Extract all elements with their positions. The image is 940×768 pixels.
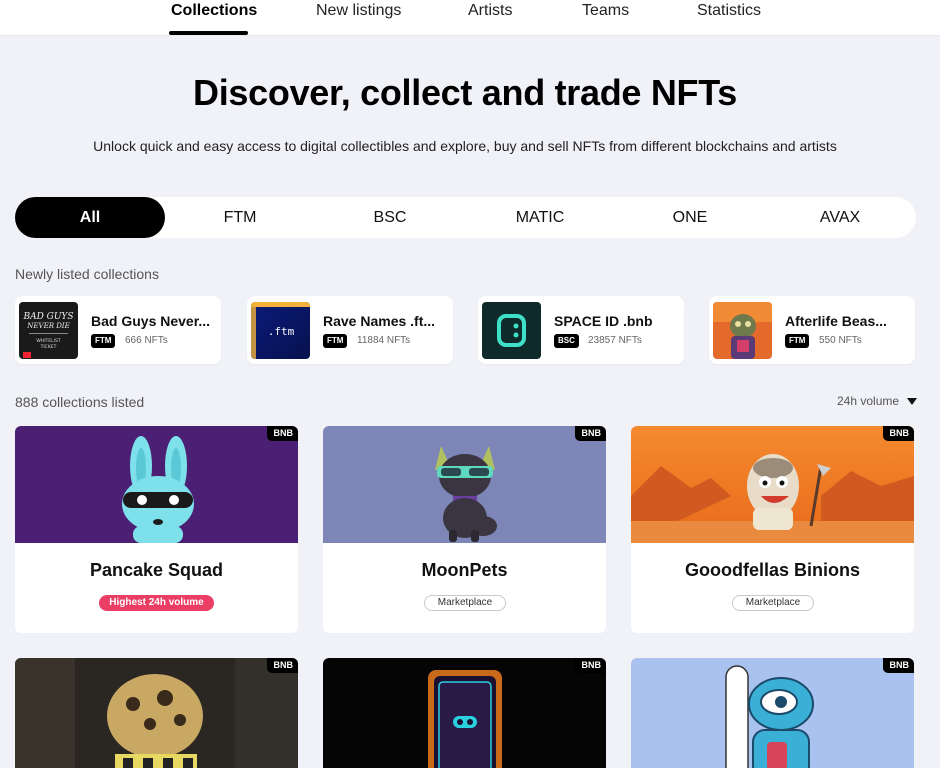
chain-badge: BNB	[266, 658, 298, 673]
chain-filter-bsc[interactable]: BSC	[315, 197, 465, 238]
marketplace-badge: Marketplace	[732, 595, 814, 611]
new-collection-card[interactable]: Afterlife Beas... FTM 550 NFTs	[709, 296, 915, 364]
collection-thumbnail: .ftm	[251, 302, 310, 359]
highest-volume-badge: Highest 24h volume	[99, 595, 214, 611]
collection-thumbnail	[482, 302, 541, 359]
collection-banner	[323, 426, 606, 543]
collection-name: Bad Guys Never...	[91, 313, 211, 329]
svg-text:NEVER DIE: NEVER DIE	[26, 322, 69, 330]
chain-badge: BNB	[574, 426, 606, 441]
nft-count: 11884 NFTs	[357, 335, 411, 346]
collection-thumbnail	[713, 302, 772, 359]
collection-title: MoonPets	[421, 560, 508, 580]
collection-name: Rave Names .ft...	[323, 313, 436, 329]
collection-card[interactable]: BNB Gooodfellas Binions Marketplace	[631, 426, 914, 633]
new-collection-card[interactable]: SPACE ID .bnb BSC 23857 NFTs	[478, 296, 684, 364]
tab-teams[interactable]: Teams	[582, 2, 629, 20]
collection-card[interactable]: BNB	[15, 658, 298, 768]
collection-banner	[15, 658, 298, 768]
newly-listed-label: Newly listed collections	[15, 266, 159, 282]
active-tab-indicator	[169, 31, 248, 35]
chain-filter-one[interactable]: ONE	[615, 197, 765, 238]
collection-name: Afterlife Beas...	[785, 313, 887, 329]
chain-badge: FTM	[323, 334, 348, 348]
page-title: Discover, collect and trade NFTs	[193, 72, 737, 113]
collection-card[interactable]: BNB MoonPets Marketplace	[323, 426, 606, 633]
nft-count: 550 NFTs	[819, 335, 862, 346]
top-nav: Collections New listings Artists Teams S…	[0, 0, 940, 36]
collection-banner	[631, 426, 914, 543]
nft-count: 23857 NFTs	[588, 335, 642, 346]
collection-banner	[631, 658, 914, 768]
collection-title: Gooodfellas Binions	[684, 560, 860, 580]
chain-filter-avax[interactable]: AVAX	[765, 197, 915, 238]
marketplace-badge: Marketplace	[424, 595, 506, 611]
thumbnail-text: .ftm	[268, 325, 295, 338]
chain-badge: FTM	[785, 334, 810, 348]
chain-badge: BNB	[882, 426, 914, 441]
collection-thumbnail: BAD GUYS NEVER DIE WHITELIST TICKET	[19, 302, 78, 359]
collections-count: 888 collections listed	[15, 394, 145, 410]
tab-collections[interactable]: Collections	[171, 2, 257, 20]
new-collection-card[interactable]: .ftm Rave Names .ft... FTM 11884 NFTs	[247, 296, 453, 364]
caret-down-icon	[907, 398, 918, 406]
chain-badge: FTM	[91, 334, 116, 348]
collection-name: SPACE ID .bnb	[554, 313, 653, 329]
collection-banner	[15, 426, 298, 543]
chain-filter-all[interactable]: All	[15, 197, 165, 238]
collection-card[interactable]: BNB	[631, 658, 914, 768]
chain-filter-ftm[interactable]: FTM	[165, 197, 315, 238]
collection-card[interactable]: BNB	[323, 658, 606, 768]
tab-new-listings[interactable]: New listings	[316, 2, 401, 20]
new-collection-card[interactable]: BAD GUYS NEVER DIE WHITELIST TICKET Bad …	[15, 296, 221, 364]
page-subtitle: Unlock quick and easy access to digital …	[93, 138, 837, 154]
tab-artists[interactable]: Artists	[468, 2, 512, 20]
sort-dropdown[interactable]: 24h volume	[837, 394, 918, 408]
collection-title: Pancake Squad	[89, 560, 224, 580]
svg-text:WHITELIST: WHITELIST	[36, 338, 60, 344]
chain-badge: BNB	[266, 426, 298, 441]
chain-badge: BSC	[554, 334, 579, 348]
tab-statistics[interactable]: Statistics	[697, 2, 761, 20]
chain-filter-matic[interactable]: MATIC	[465, 197, 615, 238]
svg-text:BAD GUYS: BAD GUYS	[22, 312, 73, 322]
sort-label: 24h volume	[837, 394, 900, 408]
chain-filter: All FTM BSC MATIC ONE AVAX	[15, 197, 916, 238]
nft-count: 666 NFTs	[125, 335, 168, 346]
svg-text:TICKET: TICKET	[40, 344, 57, 350]
collection-banner	[323, 658, 606, 768]
chain-badge: BNB	[574, 658, 606, 673]
collection-card[interactable]: BNB Pancake Squad Highest 24h volume	[15, 426, 298, 633]
chain-badge: BNB	[882, 658, 914, 673]
